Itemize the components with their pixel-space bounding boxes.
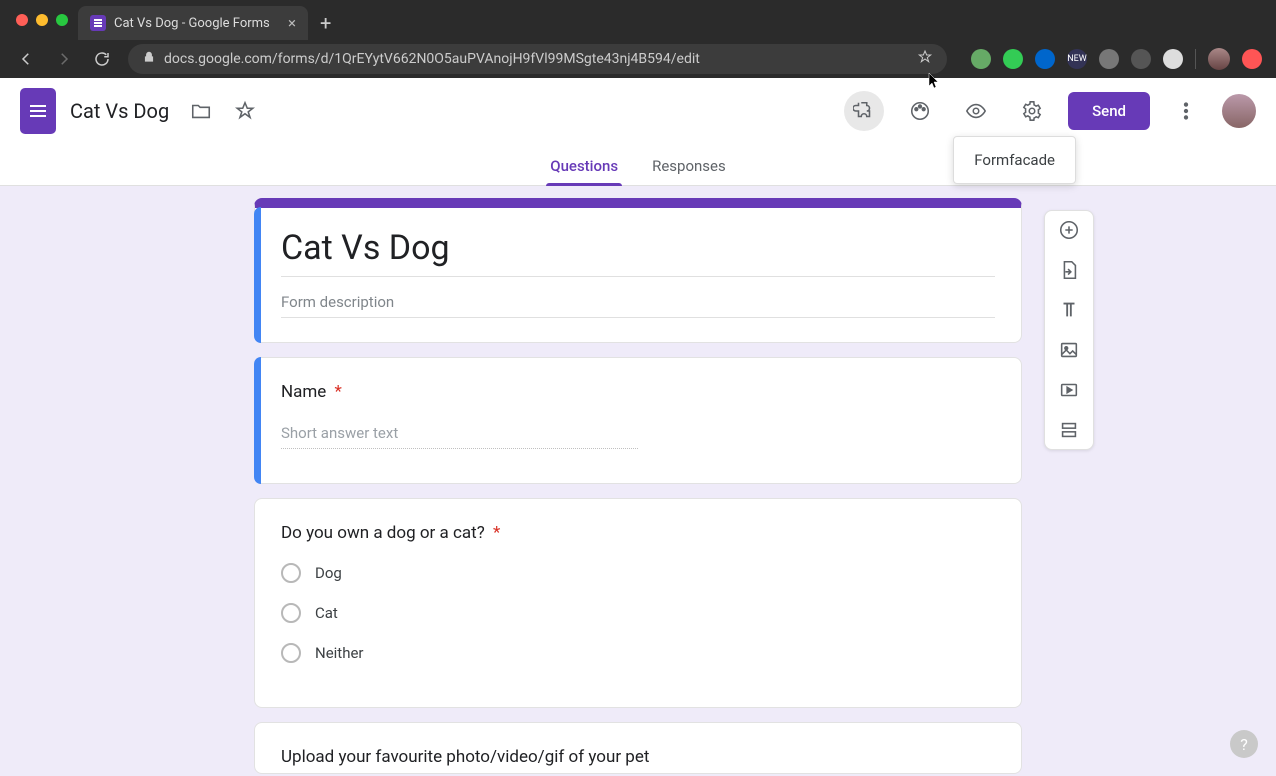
profile-avatar-icon[interactable]: [1208, 48, 1230, 70]
help-button[interactable]: ?: [1230, 730, 1258, 758]
document-title[interactable]: Cat Vs Dog: [70, 99, 169, 123]
forms-header: Cat Vs Dog Send Formfacade: [0, 78, 1276, 144]
preview-button[interactable]: [956, 91, 996, 131]
radio-circle-icon[interactable]: [281, 563, 301, 583]
separator: [1195, 49, 1196, 69]
header-right: Send: [844, 91, 1256, 131]
title-underline: [281, 276, 995, 277]
ext-more-icon[interactable]: [1242, 49, 1262, 69]
browser-tab[interactable]: Cat Vs Dog - Google Forms ×: [78, 6, 308, 40]
extensions-area: NEW: [961, 48, 1262, 70]
addons-popup[interactable]: Formfacade: [953, 136, 1076, 184]
ext-rec-icon[interactable]: [1163, 49, 1183, 69]
question-card-1[interactable]: Name * Short answer text: [254, 357, 1022, 484]
question-title-text: Do you own a dog or a cat?: [281, 523, 485, 543]
radio-circle-icon[interactable]: [281, 643, 301, 663]
radio-option[interactable]: Dog: [281, 563, 995, 583]
ext-grammarly-icon[interactable]: [1003, 49, 1023, 69]
question-title[interactable]: Name *: [281, 382, 995, 402]
question-card-3[interactable]: Upload your favourite photo/video/gif of…: [254, 722, 1022, 774]
close-tab-icon[interactable]: ×: [288, 14, 296, 32]
new-tab-button[interactable]: +: [308, 6, 343, 40]
ext-shield-icon[interactable]: [1099, 49, 1119, 69]
window-controls: [6, 0, 78, 40]
ext-drive-icon[interactable]: [971, 49, 991, 69]
add-section-button[interactable]: [1058, 419, 1080, 441]
radio-circle-icon[interactable]: [281, 603, 301, 623]
question-toolbar: [1044, 210, 1094, 450]
form-column: Cat Vs Dog Form description Name * Short…: [254, 198, 1022, 774]
minimize-window-button[interactable]: [36, 14, 48, 26]
radio-option[interactable]: Neither: [281, 643, 995, 663]
question-title-text: Name: [281, 382, 326, 402]
add-image-button[interactable]: [1058, 339, 1080, 361]
add-video-button[interactable]: [1058, 379, 1080, 401]
move-folder-button[interactable]: [189, 99, 213, 123]
customize-theme-button[interactable]: [900, 91, 940, 131]
tab-questions[interactable]: Questions: [546, 157, 622, 185]
form-canvas: Cat Vs Dog Form description Name * Short…: [0, 186, 1276, 776]
maximize-window-button[interactable]: [56, 14, 68, 26]
forward-button[interactable]: [52, 47, 76, 71]
form-description[interactable]: Form description: [281, 287, 995, 318]
tab-title: Cat Vs Dog - Google Forms: [114, 16, 270, 31]
url-text: docs.google.com/forms/d/1QrEYytV662N0O5a…: [164, 51, 700, 67]
question-title[interactable]: Upload your favourite photo/video/gif of…: [281, 747, 995, 767]
forms-logo-icon[interactable]: [20, 88, 56, 134]
forms-favicon-icon: [90, 15, 106, 31]
question-card-2[interactable]: Do you own a dog or a cat? * Dog Cat Nei…: [254, 498, 1022, 708]
mouse-cursor-icon: [928, 72, 940, 90]
more-menu-button[interactable]: [1166, 91, 1206, 131]
required-star-icon: *: [493, 523, 500, 543]
send-button[interactable]: Send: [1068, 92, 1150, 130]
add-question-button[interactable]: [1058, 219, 1080, 241]
settings-button[interactable]: [1012, 91, 1052, 131]
ext-new-icon[interactable]: NEW: [1067, 49, 1087, 69]
short-answer-field[interactable]: Short answer text: [281, 420, 638, 449]
browser-chrome: Cat Vs Dog - Google Forms × + docs.googl…: [0, 0, 1276, 78]
question-title[interactable]: Do you own a dog or a cat? *: [281, 523, 995, 543]
addons-button[interactable]: [844, 91, 884, 131]
required-star-icon: *: [335, 382, 342, 402]
address-bar-row: docs.google.com/forms/d/1QrEYytV662N0O5a…: [0, 40, 1276, 78]
star-doc-button[interactable]: [233, 99, 257, 123]
tab-row: Questions Responses: [0, 144, 1276, 186]
tab-responses[interactable]: Responses: [648, 157, 730, 185]
add-title-button[interactable]: [1058, 299, 1080, 321]
tab-strip: Cat Vs Dog - Google Forms × +: [0, 0, 1276, 40]
back-button[interactable]: [14, 47, 38, 71]
close-window-button[interactable]: [16, 14, 28, 26]
account-avatar[interactable]: [1222, 94, 1256, 128]
form-header-card[interactable]: Cat Vs Dog Form description: [254, 198, 1022, 343]
radio-label: Neither: [315, 644, 364, 662]
ext-present-icon[interactable]: [1131, 49, 1151, 69]
bookmark-star-icon[interactable]: [917, 49, 933, 69]
import-questions-button[interactable]: [1058, 259, 1080, 281]
address-bar[interactable]: docs.google.com/forms/d/1QrEYytV662N0O5a…: [128, 44, 947, 74]
radio-label: Dog: [315, 564, 342, 582]
form-title[interactable]: Cat Vs Dog: [281, 228, 995, 268]
question-title-text: Upload your favourite photo/video/gif of…: [281, 747, 649, 767]
reload-button[interactable]: [90, 47, 114, 71]
radio-option[interactable]: Cat: [281, 603, 995, 623]
ext-savefrom-icon[interactable]: [1035, 49, 1055, 69]
radio-label: Cat: [315, 604, 338, 622]
lock-icon: [142, 50, 156, 68]
addons-popup-label: Formfacade: [974, 151, 1055, 169]
